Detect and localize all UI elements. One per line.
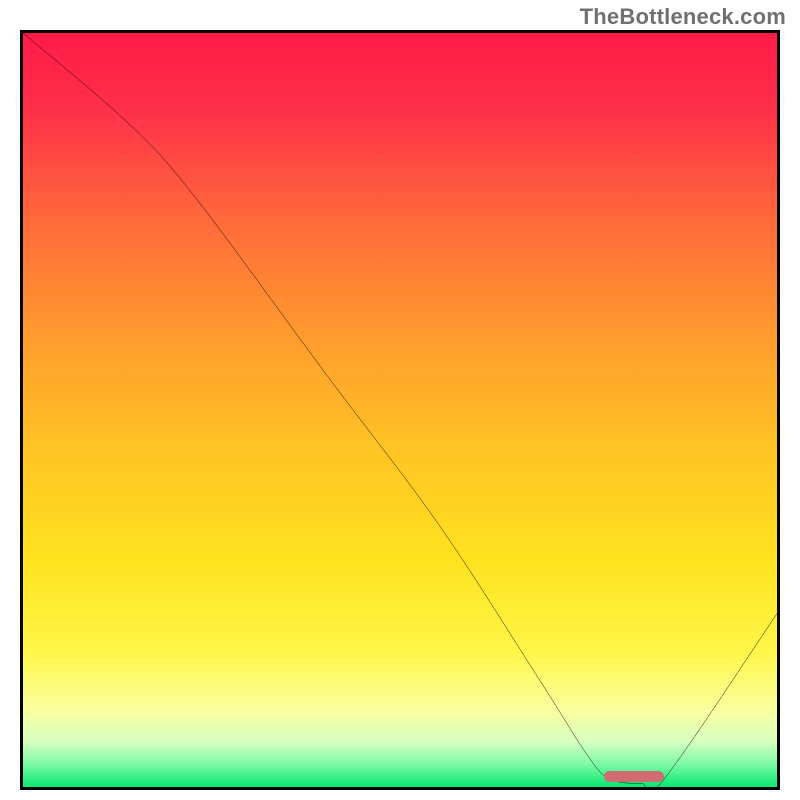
chart-container: TheBottleneck.com: [0, 0, 800, 800]
optimal-range-marker: [604, 771, 664, 782]
watermark-text: TheBottleneck.com: [580, 4, 786, 30]
plot-frame: [20, 30, 780, 790]
bottleneck-curve: [23, 33, 777, 787]
